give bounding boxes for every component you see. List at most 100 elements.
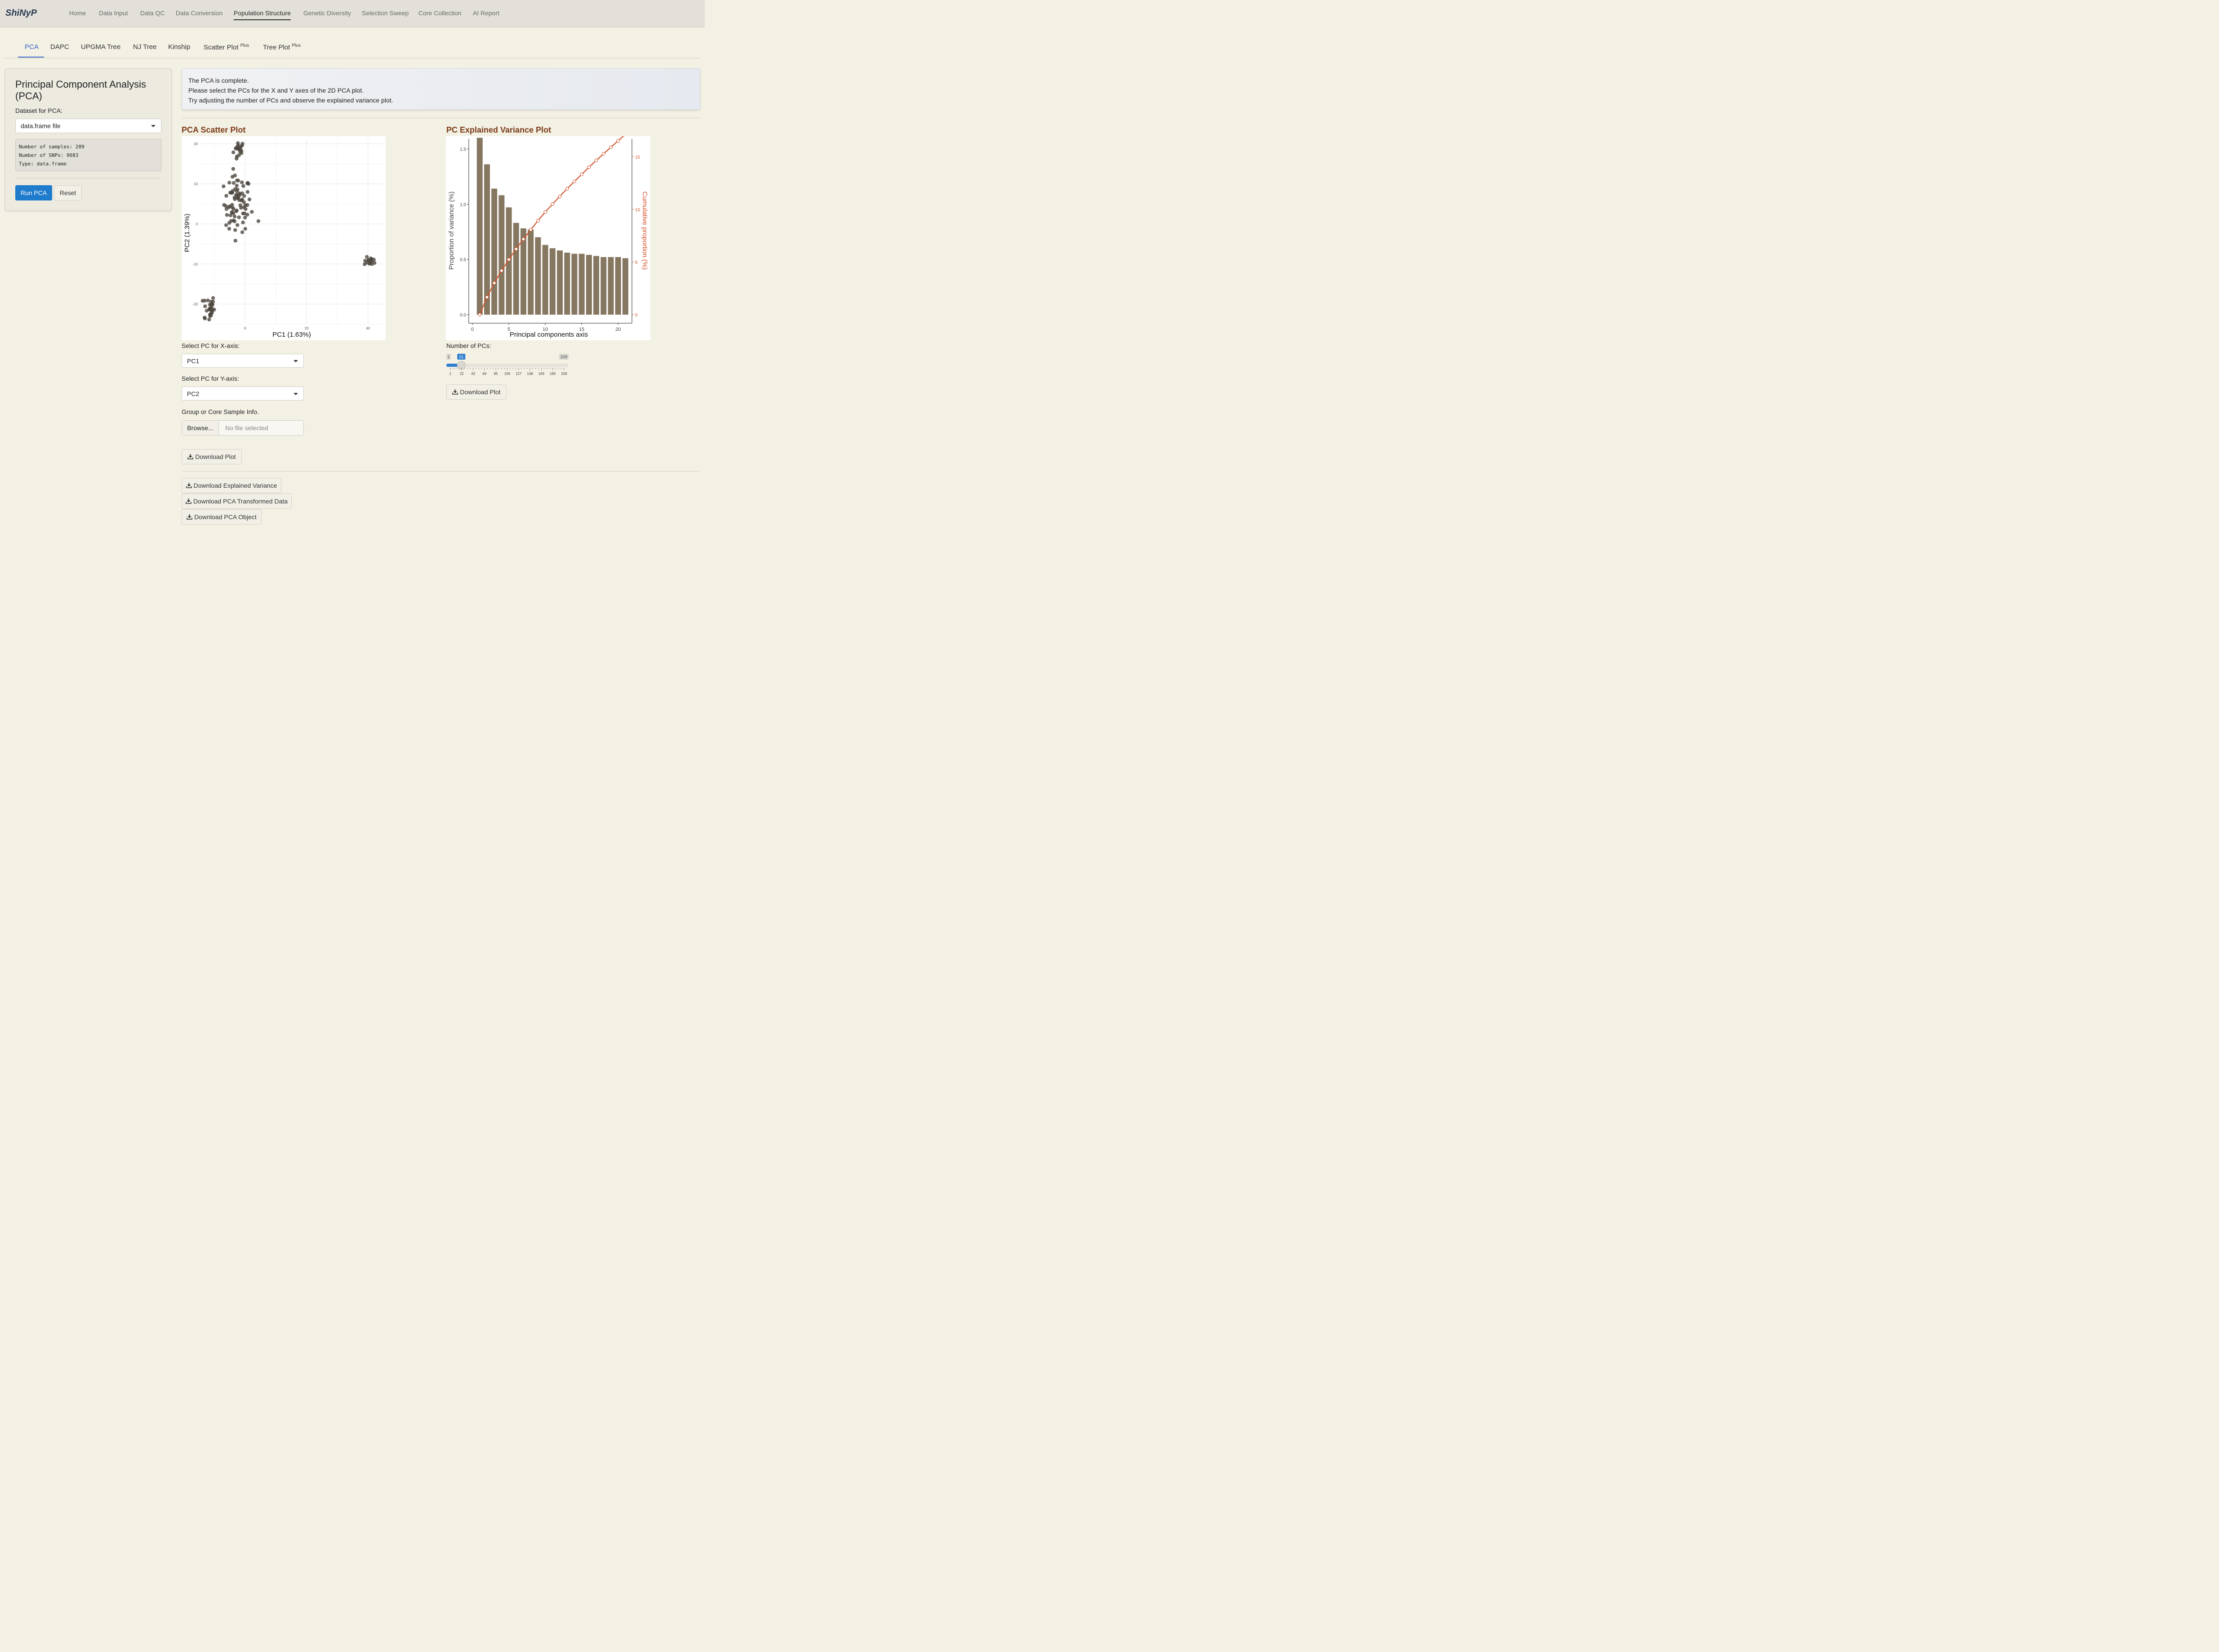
info-snps: Number of SNPs: 9683: [19, 152, 79, 158]
download-icon: [186, 483, 192, 488]
download-transformed-data-button[interactable]: Download PCA Transformed Data: [182, 494, 292, 509]
scatter-point: [209, 303, 213, 307]
cumulative-point: [580, 173, 584, 176]
scatter-point: [235, 183, 239, 188]
x-tick-label: 0: [244, 326, 246, 330]
y-axis-title: PC2 (1.39%): [183, 214, 191, 252]
cumulative-point: [565, 187, 569, 191]
slider-tick-label: 127: [516, 372, 522, 376]
nav-data-input[interactable]: Data Input: [99, 9, 128, 17]
cumulative-point: [536, 219, 540, 223]
cumulative-point: [558, 194, 562, 198]
scatter-point: [245, 181, 250, 185]
tab-nj-tree[interactable]: NJ Tree: [133, 43, 157, 51]
nav-population-structure[interactable]: Population Structure: [234, 9, 291, 20]
x-tick-label: 40: [366, 326, 370, 330]
tab-tree-sup: Plus: [292, 43, 301, 48]
cumulative-point: [478, 313, 482, 316]
slider-tick-label: 43: [471, 372, 475, 376]
dataset-select[interactable]: data.frame file: [15, 119, 161, 133]
variance-bar: [615, 257, 621, 315]
reset-button[interactable]: Reset: [54, 185, 82, 200]
scatter-point: [243, 227, 247, 231]
scatter-point: [231, 207, 236, 211]
tab-scatter-plot-plus[interactable]: Scatter Plot Plus: [204, 43, 249, 51]
nav-selection-sweep[interactable]: Selection Sweep: [362, 9, 409, 17]
y-tick-label: 0.5: [460, 258, 466, 263]
tab-nj-label: NJ Tree: [133, 43, 157, 51]
y2-tick-label: 0: [635, 313, 638, 318]
navbar: ShiNyP Home Data Input Data QC Data Conv…: [0, 0, 705, 27]
npc-label: Number of PCs:: [446, 342, 491, 349]
tab-dapc-label: DAPC: [50, 43, 69, 51]
scatter-point: [228, 204, 232, 209]
tab-pca-label: PCA: [25, 43, 39, 51]
download-icon: [187, 514, 193, 520]
run-pca-button[interactable]: Run PCA: [15, 185, 52, 200]
y-tick-label: 20: [194, 142, 198, 146]
variance-bar: [557, 250, 563, 315]
group-file-input: Browse... No file selected: [182, 420, 304, 436]
y2-axis-title: Cumulative proportion (%): [641, 191, 649, 270]
download-transformed-data-label: Download PCA Transformed Data: [193, 498, 288, 505]
scatter-point: [229, 219, 233, 223]
download-scatter-plot-button[interactable]: Download Plot: [182, 449, 242, 464]
cumulative-point: [529, 228, 533, 232]
tab-scatter-sup: Plus: [240, 43, 249, 48]
tab-dapc[interactable]: DAPC: [50, 43, 69, 51]
cumulative-point: [485, 295, 489, 299]
nav-data-conversion[interactable]: Data Conversion: [176, 9, 222, 17]
variance-bar: [622, 258, 628, 315]
npc-slider[interactable]: 1 209 21 1 22 43 64 85 106 127 148 169 190 209: [446, 353, 569, 378]
scatter-point: [237, 153, 241, 157]
scatter-point: [256, 219, 261, 223]
y-tick-label: 0: [196, 222, 198, 226]
cumulative-point: [521, 237, 525, 241]
cumulative-point: [573, 179, 576, 183]
download-variance-plot-button[interactable]: Download Plot: [446, 384, 507, 400]
nav-genetic-diversity[interactable]: Genetic Diversity: [303, 9, 351, 17]
brand-logo[interactable]: ShiNyP: [5, 8, 37, 18]
scatter-point: [232, 214, 237, 218]
panel-title: Principal Component Analysis (PCA): [15, 79, 147, 102]
scatter-point: [232, 196, 236, 200]
download-pca-object-button[interactable]: Download PCA Object: [182, 509, 262, 525]
slider-handle[interactable]: [457, 361, 466, 370]
download-icon: [187, 454, 194, 459]
scatter-point: [245, 190, 250, 194]
download-explained-variance-button[interactable]: Download Explained Variance: [182, 478, 281, 493]
slider-max-label: 209: [560, 355, 567, 359]
x-axis-label: Select PC for X-axis:: [182, 342, 240, 349]
x-tick-label: 20: [305, 326, 309, 330]
tab-kinship-label: Kinship: [168, 43, 191, 51]
x-axis-select[interactable]: PC1: [182, 354, 304, 368]
subtab-bar: PCA DAPC UPGMA Tree NJ Tree Kinship Scat…: [5, 38, 700, 58]
variance-bar: [498, 195, 505, 315]
scatter-point: [242, 200, 246, 205]
slider-min-label: 1: [447, 355, 449, 359]
nav-core-collection[interactable]: Core Collection: [418, 9, 462, 17]
variance-bar: [491, 188, 498, 315]
info-samples: Number of samples: 209: [19, 144, 84, 150]
nav-ai-report[interactable]: AI Report: [473, 9, 499, 17]
file-name-placeholder[interactable]: No file selected: [225, 421, 268, 435]
tab-pca[interactable]: PCA: [25, 43, 39, 51]
nav-data-qc[interactable]: Data QC: [140, 9, 165, 17]
tab-tree-plot-plus[interactable]: Tree Plot Plus: [263, 43, 301, 51]
browse-button[interactable]: Browse...: [182, 421, 219, 435]
nav-home[interactable]: Home: [69, 9, 86, 17]
alert-line-2: Please select the PCs for the X and Y ax…: [188, 87, 364, 94]
cumulative-point: [609, 145, 613, 149]
variance-bar: [600, 257, 607, 315]
variance-bar: [513, 223, 519, 315]
scatter-point: [240, 180, 244, 184]
tab-kinship[interactable]: Kinship: [168, 43, 190, 51]
scatter-point: [207, 317, 211, 322]
y-axis-select[interactable]: PC2: [182, 387, 304, 401]
cumulative-point: [492, 281, 496, 285]
tab-upgma-label: UPGMA Tree: [81, 43, 121, 51]
scatter-point: [235, 156, 239, 161]
x-axis-title: Principal components axis: [510, 331, 588, 338]
scatter-point: [236, 223, 240, 227]
tab-upgma-tree[interactable]: UPGMA Tree: [81, 43, 120, 51]
